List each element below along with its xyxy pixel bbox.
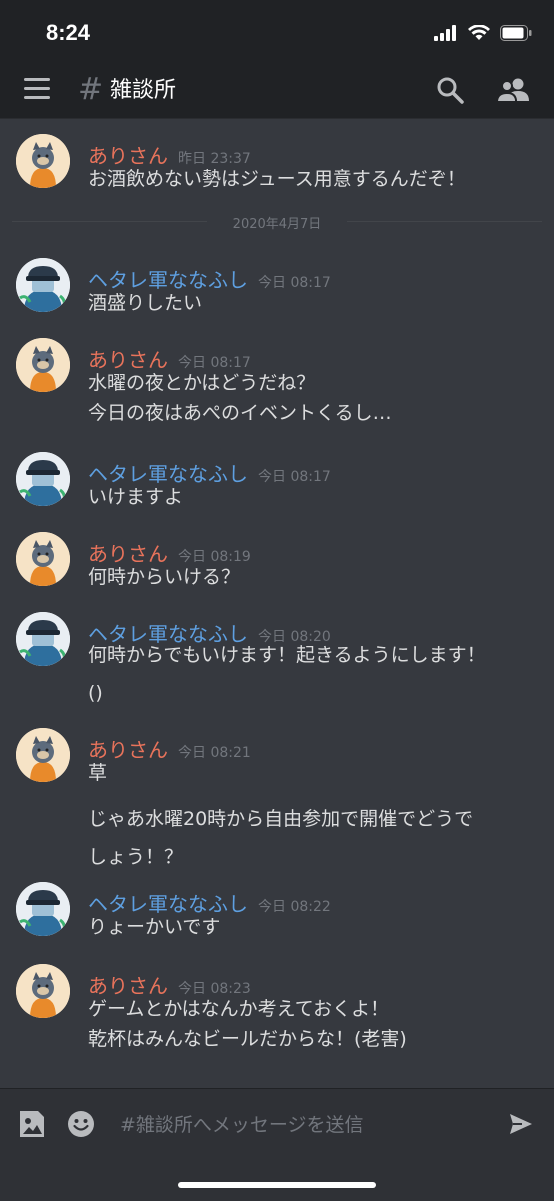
- raccoon-avatar-icon: [16, 964, 70, 1018]
- soldier-avatar-icon: [16, 452, 70, 506]
- soldier-avatar-icon: [16, 258, 70, 312]
- avatar-ari[interactable]: [16, 532, 70, 586]
- home-indicator[interactable]: [178, 1182, 376, 1188]
- channel-hash-icon: #: [78, 72, 104, 107]
- raccoon-avatar-icon: [16, 532, 70, 586]
- status-icons: [434, 22, 532, 44]
- message-list[interactable]: ありさん 昨日 23:37 お酒飲めない勢はジュース用意するんだぞ！ 2020年…: [0, 118, 554, 1088]
- date-divider-label: 2020年4月7日: [232, 217, 322, 232]
- status-bar: 8:24: [0, 0, 554, 64]
- message-text: ゲームとかはなんか考えておくよ！: [88, 998, 390, 1020]
- message-text: りょーかいです: [88, 916, 221, 938]
- hamburger-icon[interactable]: [24, 78, 50, 100]
- avatar-heta[interactable]: [16, 612, 70, 666]
- date-divider: 2020年4月7日: [12, 213, 542, 232]
- avatar-heta[interactable]: [16, 882, 70, 936]
- channel-header: # 雑談所: [0, 64, 554, 119]
- battery-icon: [500, 25, 532, 41]
- raccoon-avatar-icon: [16, 134, 70, 188]
- avatar-heta[interactable]: [16, 258, 70, 312]
- image-icon[interactable]: [18, 1109, 46, 1139]
- message-text: じゃあ水曜20時から自由参加で開催でどうで: [88, 808, 474, 830]
- search-icon[interactable]: [436, 76, 464, 104]
- message-text: いけますよ: [88, 486, 184, 508]
- signal-icon: [434, 25, 456, 41]
- soldier-avatar-icon: [16, 882, 70, 936]
- message-text: (): [88, 682, 103, 704]
- message-text: お酒飲めない勢はジュース用意するんだぞ！: [88, 168, 466, 190]
- message-input[interactable]: [118, 1107, 492, 1143]
- message-text: 酒盛りしたい: [88, 292, 203, 314]
- message-text: 水曜の夜とかはどうだね？: [88, 372, 316, 394]
- channel-title: 雑談所: [110, 78, 177, 103]
- emoji-icon[interactable]: [66, 1109, 96, 1139]
- avatar-ari[interactable]: [16, 728, 70, 782]
- send-icon[interactable]: [508, 1111, 534, 1137]
- raccoon-avatar-icon: [16, 338, 70, 392]
- status-time: 8:24: [46, 20, 91, 45]
- raccoon-avatar-icon: [16, 728, 70, 782]
- soldier-avatar-icon: [16, 612, 70, 666]
- message-text: 何時からでもいけます！起きるようにします！: [88, 644, 486, 666]
- message-text: 今日の夜はあぺのイベントくるし…: [88, 402, 392, 424]
- avatar-ari[interactable]: [16, 134, 70, 188]
- avatar-heta[interactable]: [16, 452, 70, 506]
- message-text: 何時からいける？: [88, 566, 241, 588]
- avatar-ari[interactable]: [16, 964, 70, 1018]
- wifi-icon: [468, 25, 490, 40]
- message-text: 草: [88, 762, 108, 784]
- message-text: しょう！？: [88, 846, 184, 868]
- message-text: 乾杯はみんなビールだからな！(老害): [88, 1028, 407, 1050]
- members-icon[interactable]: [496, 76, 530, 104]
- avatar-ari[interactable]: [16, 338, 70, 392]
